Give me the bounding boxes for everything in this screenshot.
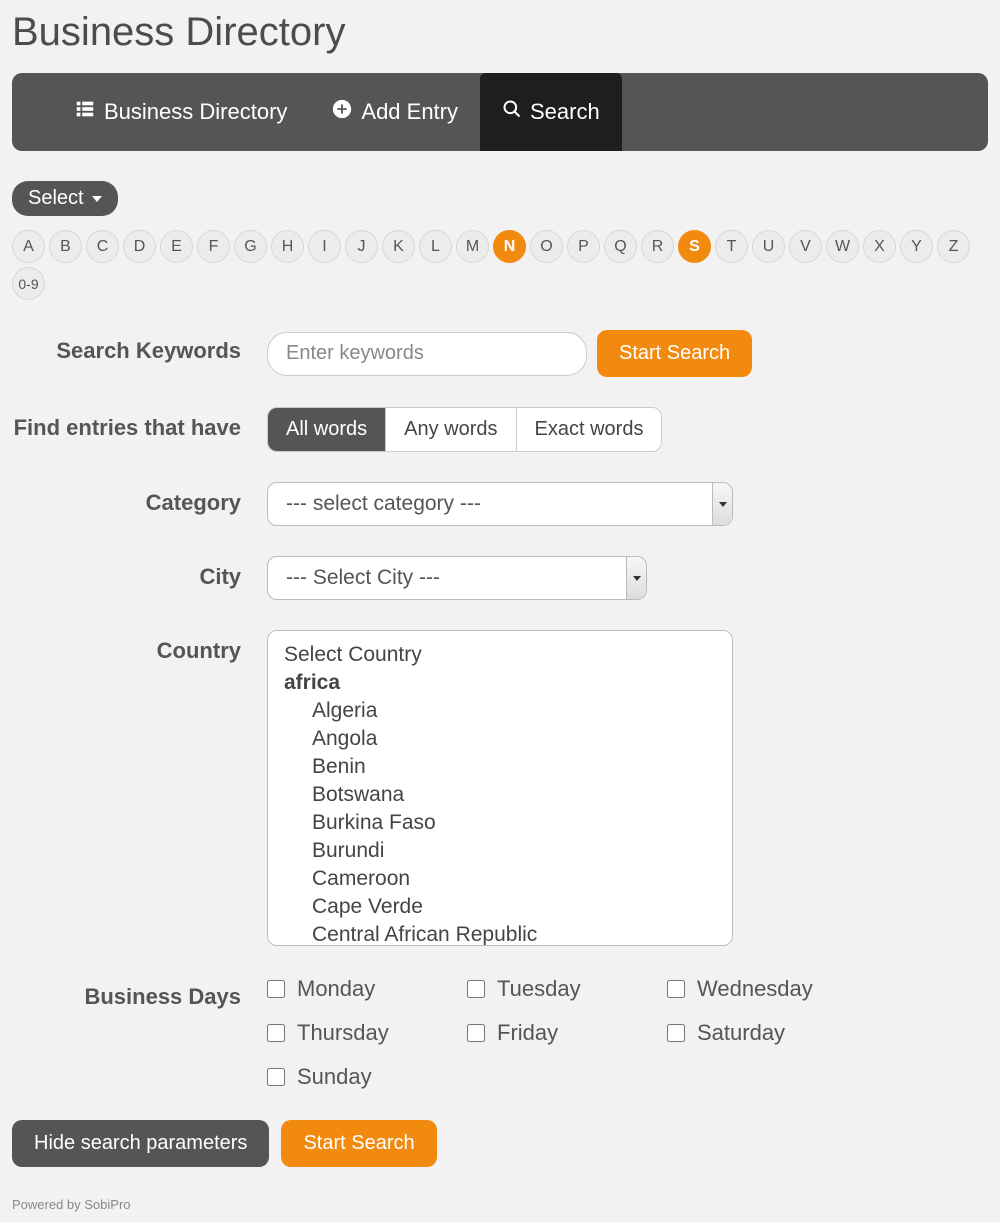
day-wednesday[interactable]: Wednesday — [667, 976, 867, 1002]
start-search-button-bottom[interactable]: Start Search — [281, 1120, 436, 1167]
label-city: City — [12, 556, 267, 590]
day-monday[interactable]: Monday — [267, 976, 467, 1002]
hide-search-parameters-button[interactable]: Hide search parameters — [12, 1120, 269, 1167]
day-label: Saturday — [697, 1020, 785, 1046]
country-listbox[interactable]: Select CountryafricaAlgeriaAngolaBeninBo… — [267, 630, 733, 946]
day-label: Wednesday — [697, 976, 813, 1002]
dropdown-handle — [626, 557, 646, 599]
day-checkbox[interactable] — [267, 980, 285, 998]
alpha-g[interactable]: G — [234, 230, 267, 263]
search-keywords-input[interactable] — [267, 332, 587, 376]
country-optgroup: africa — [284, 669, 716, 697]
alpha-w[interactable]: W — [826, 230, 859, 263]
country-option[interactable]: Botswana — [284, 781, 716, 809]
alpha-e[interactable]: E — [160, 230, 193, 263]
country-option[interactable]: Burundi — [284, 837, 716, 865]
navbar: Business Directory Add Entry Search — [12, 73, 988, 151]
day-checkbox[interactable] — [467, 980, 485, 998]
seg-all-words[interactable]: All words — [268, 408, 386, 451]
day-label: Sunday — [297, 1064, 372, 1090]
day-checkbox[interactable] — [667, 980, 685, 998]
alpha-r[interactable]: R — [641, 230, 674, 263]
nav-business-directory[interactable]: Business Directory — [52, 73, 309, 151]
city-select[interactable]: --- Select City --- — [267, 556, 647, 600]
alpha-q[interactable]: Q — [604, 230, 637, 263]
label-category: Category — [12, 482, 267, 516]
category-select[interactable]: --- select category --- — [267, 482, 733, 526]
day-tuesday[interactable]: Tuesday — [467, 976, 667, 1002]
alpha-c[interactable]: C — [86, 230, 119, 263]
nav-label: Add Entry — [361, 99, 458, 125]
day-sunday[interactable]: Sunday — [267, 1064, 467, 1090]
caret-down-icon — [92, 196, 102, 202]
search-icon — [502, 99, 522, 125]
alpha-l[interactable]: L — [419, 230, 452, 263]
alpha-u[interactable]: U — [752, 230, 785, 263]
label-country: Country — [12, 630, 267, 664]
country-option[interactable]: Algeria — [284, 697, 716, 725]
nav-search[interactable]: Search — [480, 73, 622, 151]
day-friday[interactable]: Friday — [467, 1020, 667, 1046]
plus-circle-icon — [331, 98, 353, 126]
alpha-d[interactable]: D — [123, 230, 156, 263]
day-label: Tuesday — [497, 976, 581, 1002]
match-mode-group: All words Any words Exact words — [267, 407, 662, 452]
alpha-0-9[interactable]: 0-9 — [12, 267, 45, 300]
alpha-t[interactable]: T — [715, 230, 748, 263]
alpha-n[interactable]: N — [493, 230, 526, 263]
alpha-x[interactable]: X — [863, 230, 896, 263]
day-label: Thursday — [297, 1020, 389, 1046]
day-label: Monday — [297, 976, 375, 1002]
country-option[interactable]: Cameroon — [284, 865, 716, 893]
day-checkbox[interactable] — [467, 1024, 485, 1042]
seg-any-words[interactable]: Any words — [386, 408, 516, 451]
dropdown-handle — [712, 483, 732, 525]
country-option[interactable]: Burkina Faso — [284, 809, 716, 837]
select-dropdown[interactable]: Select — [12, 181, 118, 216]
alpha-index: ABCDEFGHIJKLMNOPQRSTUVWXYZ 0-9 — [12, 230, 988, 300]
nav-label: Search — [530, 99, 600, 125]
page-title: Business Directory — [12, 10, 988, 55]
caret-down-icon — [633, 576, 641, 581]
alpha-i[interactable]: I — [308, 230, 341, 263]
alpha-v[interactable]: V — [789, 230, 822, 263]
country-option[interactable]: Benin — [284, 753, 716, 781]
alpha-z[interactable]: Z — [937, 230, 970, 263]
day-checkbox[interactable] — [667, 1024, 685, 1042]
alpha-p[interactable]: P — [567, 230, 600, 263]
day-checkbox[interactable] — [267, 1068, 285, 1086]
alpha-a[interactable]: A — [12, 230, 45, 263]
nav-add-entry[interactable]: Add Entry — [309, 73, 480, 151]
start-search-button-top[interactable]: Start Search — [597, 330, 752, 377]
business-days-grid: Monday Tuesday Wednesday Thursday Friday Satu… — [267, 976, 867, 1090]
day-saturday[interactable]: Saturday — [667, 1020, 867, 1046]
alpha-f[interactable]: F — [197, 230, 230, 263]
country-option[interactable]: Angola — [284, 725, 716, 753]
list-icon — [74, 98, 96, 126]
footer-credit: Powered by SobiPro — [12, 1197, 988, 1212]
country-option[interactable]: Cape Verde — [284, 893, 716, 921]
city-value: --- Select City --- — [286, 566, 440, 590]
label-days: Business Days — [12, 976, 267, 1010]
select-label: Select — [28, 187, 84, 210]
label-keywords: Search Keywords — [12, 330, 267, 364]
alpha-o[interactable]: O — [530, 230, 563, 263]
alpha-k[interactable]: K — [382, 230, 415, 263]
day-checkbox[interactable] — [267, 1024, 285, 1042]
alpha-s[interactable]: S — [678, 230, 711, 263]
label-find: Find entries that have — [12, 407, 267, 441]
alpha-j[interactable]: J — [345, 230, 378, 263]
alpha-h[interactable]: H — [271, 230, 304, 263]
day-label: Friday — [497, 1020, 558, 1046]
country-option-prompt[interactable]: Select Country — [284, 641, 716, 669]
caret-down-icon — [719, 502, 727, 507]
alpha-m[interactable]: M — [456, 230, 489, 263]
country-option[interactable]: Central African Republic — [284, 921, 716, 946]
alpha-y[interactable]: Y — [900, 230, 933, 263]
nav-label: Business Directory — [104, 99, 287, 125]
category-value: --- select category --- — [286, 492, 481, 516]
alpha-b[interactable]: B — [49, 230, 82, 263]
day-thursday[interactable]: Thursday — [267, 1020, 467, 1046]
seg-exact-words[interactable]: Exact words — [517, 408, 662, 451]
